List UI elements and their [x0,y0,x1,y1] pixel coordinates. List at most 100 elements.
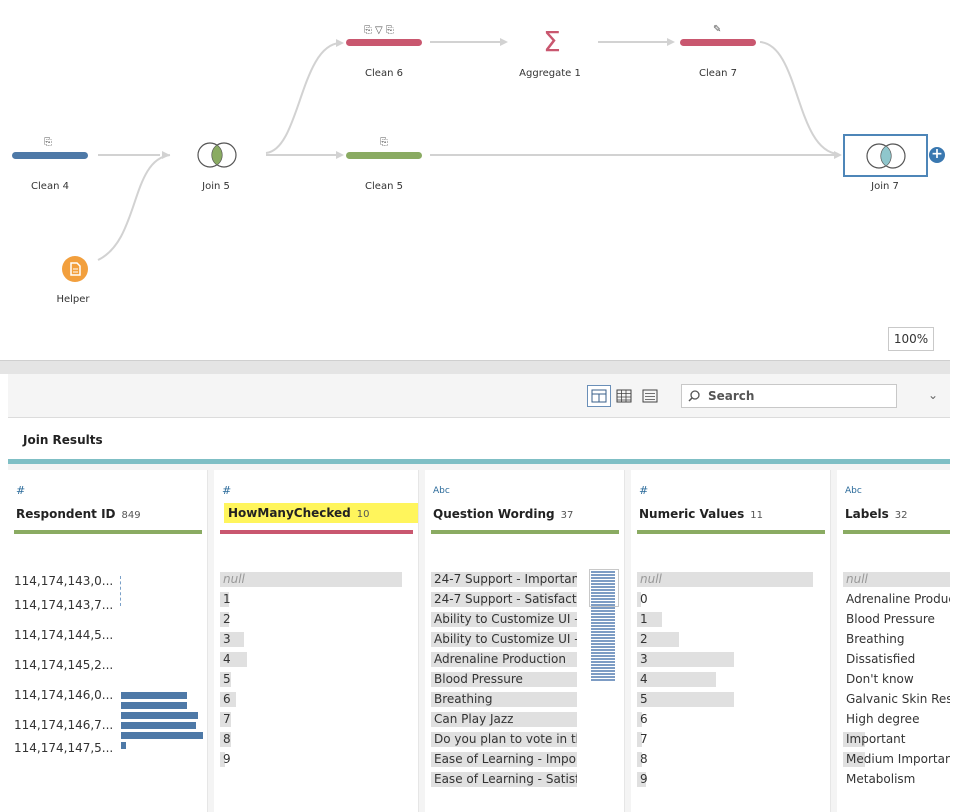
search-field[interactable] [681,384,897,408]
value-label: Ease of Learning - Importance [434,752,577,766]
null-value-bin[interactable]: null [220,571,402,588]
value-bin[interactable]: 6 [637,711,813,728]
value-bin[interactable]: 1 [220,591,402,608]
value-label: 7 [640,732,648,746]
node-join5[interactable] [195,140,239,170]
value-bin[interactable]: Medium Importance [843,751,950,768]
distribution-tick [591,604,615,606]
node-clean4[interactable] [12,152,88,159]
string-type-icon[interactable]: Abc [433,486,450,496]
profile-view-icon [591,389,607,403]
clean6-step-icons[interactable]: ⎘▽⎘ [364,26,397,36]
value-label: Blood Pressure [846,612,935,626]
null-value-bin[interactable]: null [843,571,950,588]
profile-pane[interactable]: # Respondent ID 849 114,174,143,0... 114,… [8,464,950,812]
value-bin[interactable]: 2 [637,631,813,648]
profile-view-button[interactable] [587,385,611,407]
column-header[interactable]: Labels 32 [845,507,907,521]
table-view-button[interactable] [612,385,636,407]
column-quality-bar [843,530,950,534]
value-bin[interactable]: Blood Pressure [843,611,950,628]
pane-divider[interactable] [0,360,950,374]
edit-step-icon[interactable]: ⎘ [44,138,52,148]
node-aggregate1[interactable]: Σ [538,26,566,58]
column-header[interactable]: Respondent ID 849 [16,507,141,521]
search-input[interactable] [708,389,888,403]
value-bin[interactable]: Adrenaline Production [843,591,950,608]
value-bin[interactable]: 8 [220,731,402,748]
value-bin[interactable]: 7 [637,731,813,748]
range-label: 114,174,144,5... [14,628,114,642]
null-value-bin[interactable]: null [637,571,813,588]
value-bin[interactable]: 5 [220,671,402,688]
list-view-button[interactable] [638,385,662,407]
chevron-down-icon[interactable]: ⌄ [928,388,938,402]
value-bar [637,672,717,687]
value-bin[interactable]: Ease of Learning - Importance [431,751,577,768]
value-bin[interactable]: Breathing [843,631,950,648]
column-quality-bar [431,530,619,534]
value-bin[interactable]: Metabolism [843,771,950,788]
zoom-level[interactable]: 100% [888,327,934,351]
value-bin[interactable]: 24-7 Support - Importance [431,571,577,588]
column-header[interactable]: HowManyChecked 10 [224,503,418,523]
value-bin[interactable]: Can Play Jazz [431,711,577,728]
value-bin[interactable]: 9 [637,771,813,788]
value-bin[interactable]: 3 [637,651,813,668]
histogram-bar[interactable] [121,692,187,699]
node-join7[interactable] [843,134,928,177]
value-bin[interactable]: Do you plan to vote in the [431,731,577,748]
value-bin[interactable]: Ease of Learning - Satisfaction [431,771,577,788]
number-type-icon[interactable]: # [16,484,25,497]
value-bin[interactable]: 7 [220,711,402,728]
value-bin[interactable]: Ability to Customize UI - Importance [431,611,577,628]
column-header[interactable]: Question Wording 37 [433,507,573,521]
value-bin[interactable]: Don't know [843,671,950,688]
edit-step-icon[interactable]: ⎘ [380,138,388,148]
node-label-clean5: Clean 5 [365,181,403,192]
value-bin[interactable]: Breathing [431,691,577,708]
node-clean7[interactable] [680,39,756,46]
value-bin[interactable]: Ability to Customize UI - Satisfaction [431,631,577,648]
profile-card-numeric-values[interactable]: # Numeric Values 11 null 0 1 2 3 4 5 6 7 8 9 [631,470,831,812]
value-bin[interactable]: 8 [637,751,813,768]
profile-card-labels[interactable]: Abc Labels32 null Adrenaline Production Bl… [837,470,950,812]
histogram-bar[interactable] [121,732,203,739]
value-bin[interactable]: Galvanic Skin Response [843,691,950,708]
histogram-bar[interactable] [121,722,196,729]
string-type-icon[interactable]: Abc [845,486,862,496]
value-bin[interactable]: 4 [220,651,402,668]
histogram-bar[interactable] [121,742,127,749]
value-bin[interactable]: 1 [637,611,813,628]
number-type-icon[interactable]: # [639,484,648,497]
number-type-icon[interactable]: # [222,484,231,497]
node-clean6[interactable] [346,39,422,46]
value-bin[interactable]: Important [843,731,950,748]
value-bin[interactable]: 2 [220,611,402,628]
profile-card-respondent-id[interactable]: # Respondent ID 849 114,174,143,0... 114,… [8,470,208,812]
node-helper[interactable] [62,256,88,282]
node-clean5[interactable] [346,152,422,159]
value-bin[interactable]: High degree [843,711,950,728]
value-bin[interactable]: Dissatisfied [843,651,950,668]
histogram-bar[interactable] [121,702,187,709]
value-bin[interactable]: 6 [220,691,402,708]
value-bin[interactable]: Blood Pressure [431,671,577,688]
value-bin[interactable]: Adrenaline Production [431,651,577,668]
value-bin[interactable]: 0 [637,591,813,608]
edit-step-icon[interactable]: ✎ [713,25,721,35]
distribution-tick [591,655,615,657]
value-bin[interactable]: 3 [220,631,402,648]
profile-card-question-wording[interactable]: Abc Question Wording 37 24-7 Support - Im… [425,470,625,812]
value-label: Do you plan to vote in the [434,732,577,746]
histogram-bar[interactable] [121,712,199,719]
column-header[interactable]: Numeric Values 11 [639,507,763,521]
add-step-button[interactable]: + [929,147,945,163]
value-bin[interactable]: 4 [637,671,813,688]
flow-canvas[interactable]: ⎘ Clean 4 Helper Join 5 ⎘▽⎘ Clean 6 Σ Ag… [0,0,950,360]
value-bin[interactable]: 9 [220,751,402,768]
value-label: Ease of Learning - Satisfaction [434,772,577,786]
value-bin[interactable]: 5 [637,691,813,708]
profile-card-howmanychecked[interactable]: # HowManyChecked 10 null 1 2 3 4 5 6 7 8 9 [214,470,419,812]
value-bin[interactable]: 24-7 Support - Satisfaction [431,591,577,608]
